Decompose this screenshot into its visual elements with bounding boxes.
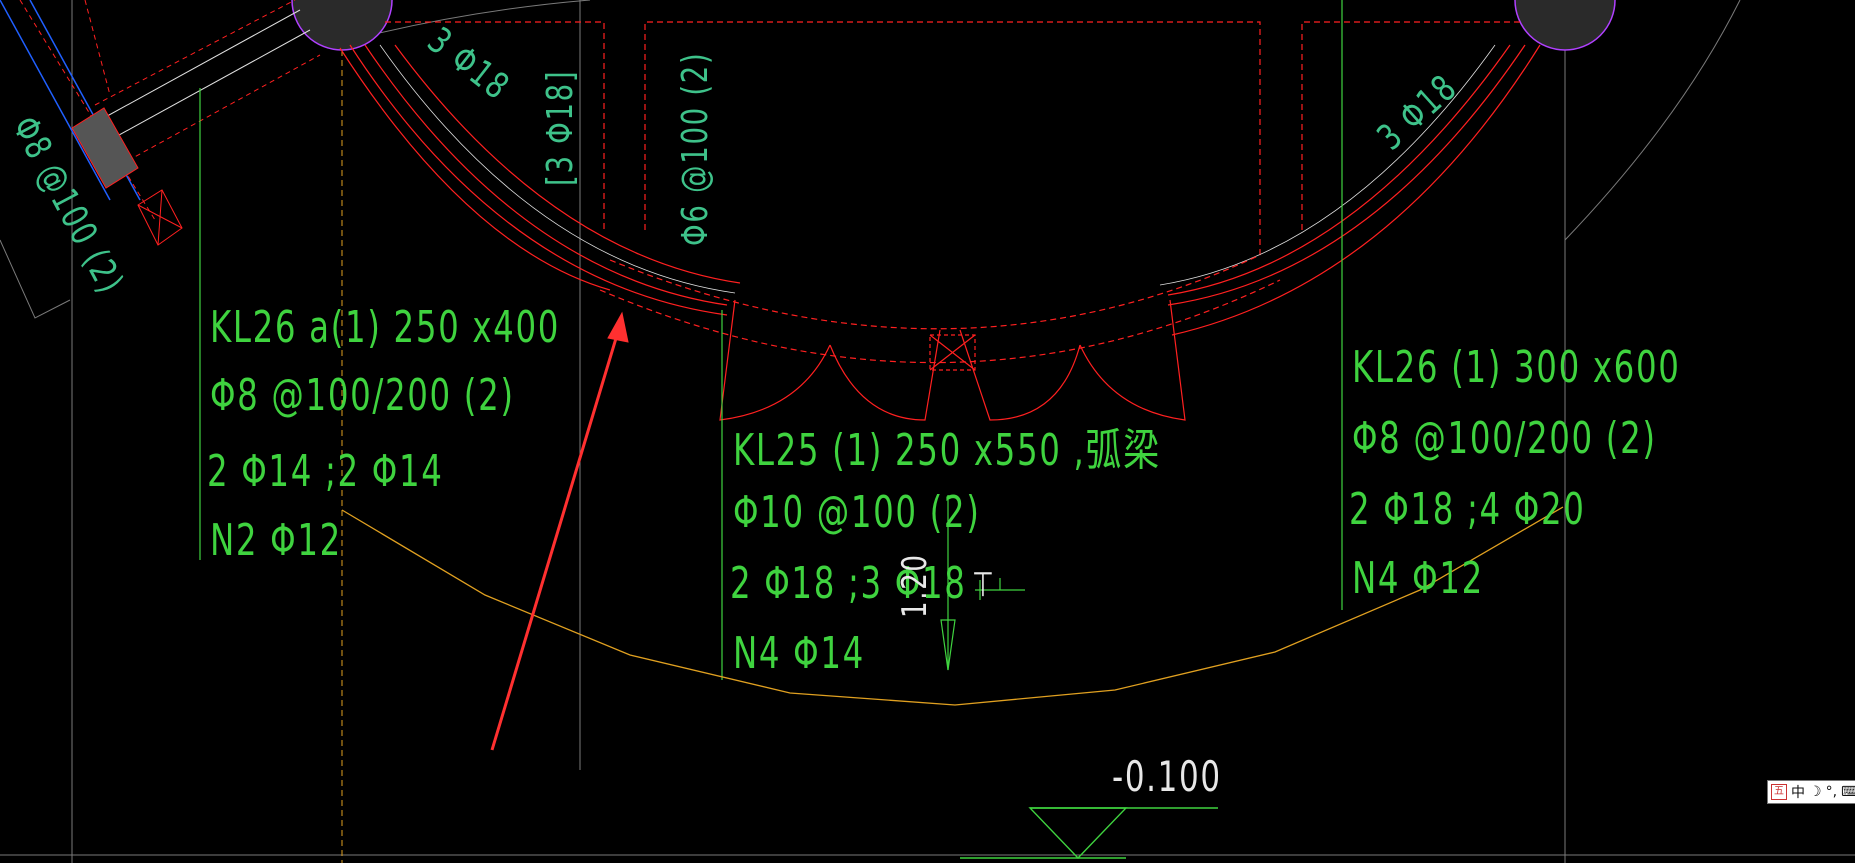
beam-kl26a-stirrup: Φ8 @100/200 (2) <box>210 370 515 421</box>
columns <box>291 0 1616 51</box>
keyboard-icon[interactable]: ⌨ <box>1841 784 1855 800</box>
ime-logo-icon: 五 <box>1771 784 1787 800</box>
moon-icon[interactable]: ☽ <box>1809 784 1822 800</box>
beam-kl26-rebar: 2 Φ18 ;4 Φ20 <box>1349 484 1586 535</box>
box-left-rebar-note: [3 Φ18] <box>540 69 581 186</box>
beam-kl25-stirrup: Φ10 @100 (2) <box>733 487 981 538</box>
dimension-value: 1.20 <box>895 553 935 618</box>
beam-kl26-title: KL26 (1) 300 x600 <box>1352 342 1681 393</box>
ime-mode-toggle[interactable]: 中 <box>1791 782 1805 802</box>
beam-kl26a-rebar: 2 Φ14 ;2 Φ14 <box>207 446 444 497</box>
ime-toolbar[interactable]: 五 中 ☽ °, ⌨ <box>1767 780 1855 804</box>
beam-kl26-stirrup: Φ8 @100/200 (2) <box>1352 413 1657 464</box>
center-stirrup-note: Φ6 @100 (2) <box>675 51 716 246</box>
punctuation-icon[interactable]: °, <box>1826 784 1837 800</box>
beam-kl25-side: N4 Φ14 <box>733 628 865 679</box>
beam-kl25-title: KL25 (1) 250 x550 ,弧梁 <box>733 425 1161 476</box>
beam-kl26a-title: KL26 a(1) 250 x400 <box>210 302 561 353</box>
beam-kl26a-side: N2 Φ12 <box>210 515 342 566</box>
elevation-marker <box>960 807 1218 860</box>
beam-kl26-side: N4 Φ12 <box>1352 553 1484 604</box>
elevation-label: -0.100 <box>1112 752 1222 801</box>
slope-mark: ⊤ <box>972 565 996 605</box>
